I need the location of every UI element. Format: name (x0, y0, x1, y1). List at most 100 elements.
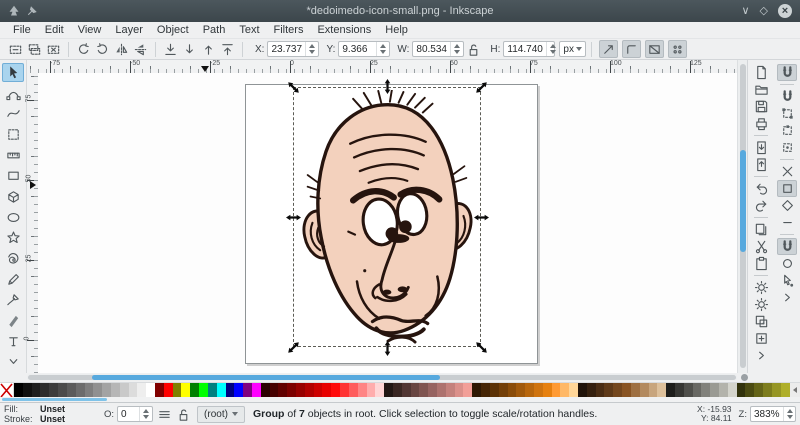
palette-swatch[interactable] (287, 383, 296, 397)
menu-help[interactable]: Help (378, 23, 415, 37)
layer-lock-icon[interactable] (175, 406, 191, 422)
palette-swatch[interactable] (322, 383, 331, 397)
palette-swatch[interactable] (684, 383, 693, 397)
palette-swatch[interactable] (120, 383, 129, 397)
palette-swatch[interactable] (516, 383, 525, 397)
sticky-zoom-button[interactable] (741, 374, 748, 381)
palette-swatch[interactable] (508, 383, 517, 397)
tool-tweak[interactable] (2, 104, 24, 123)
maximize-button[interactable]: ◇ (760, 6, 768, 17)
tool-text[interactable] (2, 332, 24, 351)
fill-stroke-indicator[interactable]: Fill:Unset Stroke:Unset (4, 404, 100, 424)
tool-selector[interactable] (2, 63, 24, 82)
tool-pencil[interactable] (2, 270, 24, 289)
palette-swatch[interactable] (754, 383, 763, 397)
palette-swatch[interactable] (375, 383, 384, 397)
palette-swatch[interactable] (560, 383, 569, 397)
tool-ellipse[interactable] (2, 208, 24, 227)
snap-bbox-centers-button[interactable] (777, 139, 797, 156)
palette-swatch[interactable] (463, 383, 472, 397)
palette-swatch[interactable] (472, 383, 481, 397)
flip-h-button[interactable] (112, 40, 131, 58)
palette-swatch[interactable] (649, 383, 658, 397)
palette-swatch[interactable] (596, 383, 605, 397)
palette-swatch[interactable] (622, 383, 631, 397)
snap-node-smooth-button[interactable] (777, 197, 797, 214)
snap-nodes-button[interactable] (777, 163, 797, 180)
palette-swatch[interactable] (173, 383, 182, 397)
palette-swatch[interactable] (234, 383, 243, 397)
palette-scroll-left-button[interactable] (790, 383, 800, 397)
palette-swatch[interactable] (384, 383, 393, 397)
palette-swatch[interactable] (631, 383, 640, 397)
tool-calligraphy[interactable] (2, 311, 24, 330)
menu-file[interactable]: File (6, 23, 38, 37)
palette-swatch[interactable] (455, 383, 464, 397)
cut-button[interactable] (751, 238, 771, 255)
palette-swatch[interactable] (419, 383, 428, 397)
palette-swatch[interactable] (569, 383, 578, 397)
horizontal-scrollbar-thumb[interactable] (92, 375, 440, 380)
horizontal-scrollbar[interactable] (27, 374, 737, 381)
menu-text[interactable]: Text (232, 23, 266, 37)
palette-swatch[interactable] (243, 383, 252, 397)
snap-bbox-edges-button[interactable] (777, 122, 797, 139)
palette-none-swatch[interactable] (0, 383, 14, 397)
flip-v-button[interactable] (131, 40, 150, 58)
menu-filters[interactable]: Filters (267, 23, 311, 37)
palette-swatch[interactable] (728, 383, 737, 397)
palette-swatch[interactable] (58, 383, 67, 397)
palette-swatch[interactable] (481, 383, 490, 397)
palette-swatch[interactable] (146, 383, 155, 397)
palette-swatch[interactable] (411, 383, 420, 397)
open-document-button[interactable] (751, 81, 771, 98)
palette-swatch[interactable] (76, 383, 85, 397)
snap-node-cusp-button[interactable] (777, 180, 797, 197)
unlink-clone-button[interactable] (751, 330, 771, 347)
tool-box-3d[interactable] (2, 187, 24, 206)
unit-selector[interactable]: px (559, 41, 586, 57)
tool-node-editor[interactable] (2, 84, 24, 103)
raise-button[interactable] (199, 40, 218, 58)
palette-swatch[interactable] (181, 383, 190, 397)
palette-swatch[interactable] (129, 383, 138, 397)
layer-selector[interactable]: (root) (197, 406, 245, 423)
palette-swatch[interactable] (701, 383, 710, 397)
palette-swatch[interactable] (693, 383, 702, 397)
palette-swatch[interactable] (578, 383, 587, 397)
vertical-scrollbar[interactable] (737, 60, 747, 373)
palette-swatch[interactable] (428, 383, 437, 397)
palette-swatch[interactable] (155, 383, 164, 397)
selection-handle-top-left[interactable] (285, 79, 301, 95)
palette-swatch[interactable] (340, 383, 349, 397)
selection-handle-bottom-middle[interactable] (379, 340, 395, 356)
import-button[interactable] (751, 139, 771, 156)
palette-swatch[interactable] (446, 383, 455, 397)
menu-extensions[interactable]: Extensions (310, 23, 378, 37)
palette-swatch[interactable] (190, 383, 199, 397)
palette-swatch[interactable] (587, 383, 596, 397)
snap-line-midpoints-button[interactable] (777, 214, 797, 231)
palette-swatch[interactable] (40, 383, 49, 397)
close-button[interactable]: × (778, 4, 792, 18)
palette-swatch[interactable] (543, 383, 552, 397)
redo-button[interactable] (751, 197, 771, 214)
select-all-layers-button[interactable] (25, 40, 44, 58)
palette-swatch[interactable] (199, 383, 208, 397)
palette-swatch[interactable] (226, 383, 235, 397)
palette-swatch[interactable] (666, 383, 675, 397)
palette-swatch[interactable] (710, 383, 719, 397)
selection-handle-top-middle[interactable] (379, 78, 395, 94)
canvas[interactable] (38, 73, 737, 373)
selection-handle-bottom-left[interactable] (285, 339, 301, 355)
affect-toggle-t-corner[interactable] (622, 40, 641, 58)
raise-top-button[interactable] (218, 40, 237, 58)
palette-swatch[interactable] (208, 383, 217, 397)
selection-handle-middle-right[interactable] (473, 209, 489, 225)
palette-swatch[interactable] (358, 383, 367, 397)
snap-grids-button[interactable] (777, 272, 797, 289)
lock-ratio-button[interactable] (464, 40, 483, 58)
palette-swatch[interactable] (217, 383, 226, 397)
create-clone-button[interactable] (751, 313, 771, 330)
menu-layer[interactable]: Layer (108, 23, 150, 37)
